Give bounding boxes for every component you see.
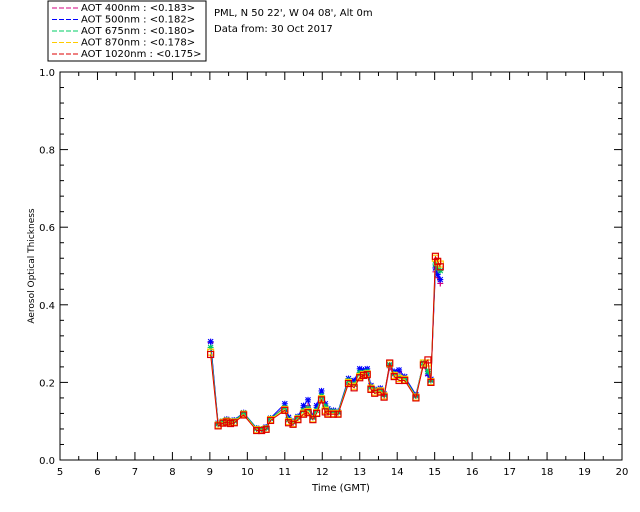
series-group — [207, 261, 444, 432]
date-info: Data from: 30 Oct 2017 — [214, 24, 333, 35]
x-tick-label: 6 — [94, 467, 100, 478]
y-tick-label: 0.6 — [39, 223, 55, 234]
y-tick-label: 0.4 — [39, 301, 55, 312]
y-tick-label: 1.0 — [39, 68, 55, 79]
legend: AOT 400nm : <0.183>AOT 500nm : <0.182>AO… — [47, 0, 207, 62]
x-tick-label: 17 — [503, 467, 516, 478]
x-tick-label: 11 — [278, 467, 291, 478]
x-tick-label: 12 — [316, 467, 329, 478]
x-tick-label: 14 — [391, 467, 404, 478]
x-tick-label: 13 — [353, 467, 366, 478]
x-axis-label: Time (GMT) — [311, 483, 370, 494]
x-tick-label: 10 — [241, 467, 254, 478]
data-point — [207, 338, 214, 345]
legend-label: AOT 675nm : <0.180> — [81, 26, 195, 37]
x-tick-label: 18 — [541, 467, 554, 478]
x-tick-label: 16 — [466, 467, 479, 478]
legend-label: AOT 1020nm : <0.175> — [81, 49, 201, 60]
x-tick-label: 5 — [57, 467, 63, 478]
x-tick-label: 7 — [132, 467, 138, 478]
x-tick-label: 19 — [578, 467, 591, 478]
legend-label: AOT 400nm : <0.183> — [81, 3, 195, 14]
x-tick-label: 15 — [428, 467, 441, 478]
site-info: PML, N 50 22', W 04 08', Alt 0m — [214, 8, 373, 19]
series-layer — [207, 252, 444, 435]
x-tick-label: 8 — [169, 467, 175, 478]
x-axis: 5 6 7 8 9 10 11 12 13 14 15 16 17 18 19 20 — [57, 72, 629, 478]
x-tick-label: 9 — [207, 467, 213, 478]
x-tick-label: 20 — [616, 467, 629, 478]
y-axis: 0.0 0.2 0.4 0.6 0.8 1.0 — [39, 68, 622, 467]
data-point — [437, 267, 444, 274]
aot-chart: AOT 400nm : <0.183>AOT 500nm : <0.182>AO… — [27, 0, 629, 494]
legend-label: AOT 500nm : <0.182> — [81, 15, 195, 26]
y-tick-label: 0.8 — [39, 146, 55, 157]
data-point — [305, 396, 312, 403]
data-point — [437, 276, 444, 283]
y-tick-label: 0.2 — [39, 378, 55, 389]
y-tick-label: 0.0 — [39, 456, 55, 467]
legend-label: AOT 870nm : <0.178> — [81, 38, 195, 49]
y-axis-label: Aerosol Optical Thickness — [27, 208, 37, 324]
